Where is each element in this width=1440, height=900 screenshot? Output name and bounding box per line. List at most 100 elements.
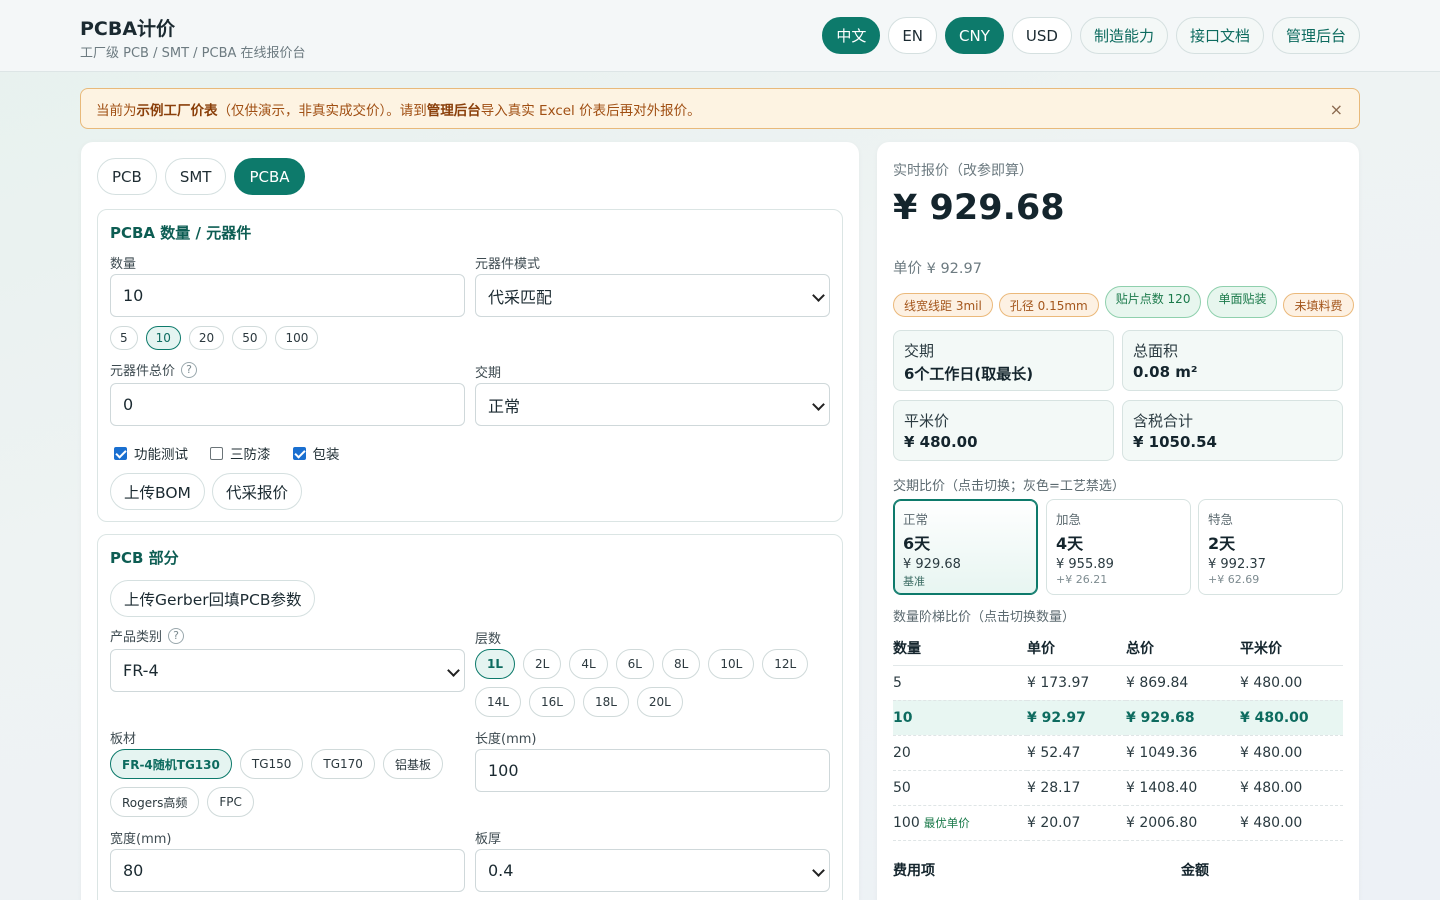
fee-amount-header: 金额 xyxy=(1181,863,1209,879)
tier-row[interactable]: 20 ¥ 52.47 ¥ 1049.36 ¥ 480.00 xyxy=(893,735,1343,771)
leadtime-option-name: 正常 xyxy=(903,512,929,527)
checkbox-icon[interactable] xyxy=(292,446,306,460)
checkbox-icon[interactable] xyxy=(210,446,223,460)
stat-key: 交期 xyxy=(904,342,935,360)
tier-row[interactable]: 10 ¥ 92.97 ¥ 929.68 ¥ 480.00 xyxy=(893,700,1343,736)
top-bar: PCBA计价 工厂级 PCB / SMT / PCBA 在线报价台 中文 EN CN… xyxy=(0,0,1440,72)
sourcing-quote-button[interactable]: 代采报价 xyxy=(212,473,303,510)
width-input[interactable]: 80 xyxy=(110,849,465,892)
qty-preset-chip[interactable]: 5 xyxy=(110,326,138,350)
layer-chip[interactable]: 1L xyxy=(475,649,515,679)
admin-link[interactable]: 管理后台 xyxy=(1271,17,1360,54)
option-checkboxes: 功能测试 三防漆 包装 xyxy=(114,443,340,463)
tier-sqm-cell: ¥ 480.00 xyxy=(1240,665,1343,701)
tier-unit-cell: ¥ 92.97 xyxy=(1027,700,1126,736)
tier-qty: 5 xyxy=(893,674,902,691)
tier-unit-cell: ¥ 28.17 xyxy=(1027,770,1126,806)
layer-chip[interactable]: 14L xyxy=(475,687,521,717)
help-icon[interactable]: ? xyxy=(181,361,198,378)
qty-preset-chip[interactable]: 20 xyxy=(188,326,225,350)
tier-row[interactable]: 50 ¥ 28.17 ¥ 1408.40 ¥ 480.00 xyxy=(893,770,1343,806)
tab-pcba[interactable]: PCBA xyxy=(234,158,305,195)
checkbox-label: 包装 xyxy=(312,447,340,463)
tier-qty: 10 xyxy=(893,709,913,726)
layer-chip[interactable]: 10L xyxy=(708,649,755,679)
notice-admin-link[interactable]: 管理后台 xyxy=(427,99,481,119)
close-icon[interactable]: × xyxy=(1330,100,1343,119)
tier-qty: 100 xyxy=(893,814,920,831)
quantity-tier-table: 数量 单价 总价 平米价 5 ¥ 173.97 ¥ 869.84 ¥ 480.00 10 ¥ 9… xyxy=(893,631,1343,841)
length-input[interactable]: 100 xyxy=(475,749,830,792)
material-chip[interactable]: 铝基板 xyxy=(382,749,443,779)
leadtime-option-price: ¥ 955.89 xyxy=(1056,557,1114,572)
fee-item-header: 费用项 xyxy=(893,863,935,879)
layer-chip[interactable]: 12L xyxy=(762,649,809,679)
capability-link[interactable]: 制造能力 xyxy=(1079,17,1168,54)
quantity-input[interactable]: 10 xyxy=(110,274,465,317)
option-checkbox[interactable]: 功能测试 xyxy=(114,443,188,463)
stat-total-with-tax: 含税合计 ¥ 1050.54 xyxy=(1122,400,1343,461)
leadtime-option-extra: +¥ 62.69 xyxy=(1208,573,1260,586)
tab-smt[interactable]: SMT xyxy=(164,158,227,195)
help-icon[interactable]: ? xyxy=(168,627,185,644)
material-chip[interactable]: Rogers高频 xyxy=(110,787,200,817)
category-label: 产品类别? xyxy=(110,626,185,645)
option-checkbox[interactable]: 包装 xyxy=(292,443,340,463)
tier-qty: 50 xyxy=(893,779,911,796)
quantity-label: 数量 xyxy=(110,257,137,272)
lang-zh-button[interactable]: 中文 xyxy=(822,17,881,54)
tier-header-cell: 数量 xyxy=(893,631,1027,666)
qty-preset-chip[interactable]: 50 xyxy=(232,326,268,350)
tier-header-row: 数量 单价 总价 平米价 xyxy=(893,631,1343,666)
best-price-badge: 最优单价 xyxy=(923,815,970,830)
material-label: 板材 xyxy=(110,732,137,747)
component-mode-select[interactable]: 代采匹配 xyxy=(475,274,830,317)
tab-pcb[interactable]: PCB xyxy=(97,158,157,195)
layer-chip[interactable]: 2L xyxy=(523,649,562,679)
tier-unit-cell: ¥ 20.07 xyxy=(1027,805,1126,841)
tier-qty-cell: 50 xyxy=(893,770,1027,806)
checkbox-icon[interactable] xyxy=(114,446,127,460)
component-total-input[interactable]: 0 xyxy=(110,383,465,426)
tier-row[interactable]: 100 最优单价 ¥ 20.07 ¥ 2006.80 ¥ 480.00 xyxy=(893,805,1343,841)
leadtime-option-card[interactable]: 正常 6天 ¥ 929.68 基准 xyxy=(893,499,1038,595)
leadtime-option-card[interactable]: 加急 4天 ¥ 955.89 +¥ 26.21 xyxy=(1046,499,1191,595)
layer-chip[interactable]: 8L xyxy=(661,649,701,679)
qty-preset-chip[interactable]: 10 xyxy=(145,326,181,350)
pcb-section: PCB 部分 上传Gerber回填PCB参数 产品类别? FR-4 层数 1L 2… xyxy=(97,534,843,900)
option-checkbox[interactable]: 三防漆 xyxy=(210,443,271,463)
layer-chip[interactable]: 16L xyxy=(528,687,575,717)
tier-total-cell: ¥ 1408.40 xyxy=(1126,770,1240,806)
thickness-select[interactable]: 0.4 xyxy=(475,849,830,892)
upload-bom-button[interactable]: 上传BOM xyxy=(110,473,205,510)
leadtime-option-name: 加急 xyxy=(1056,512,1082,527)
layer-chip[interactable]: 4L xyxy=(569,649,608,679)
currency-cny-button[interactable]: CNY xyxy=(945,17,1004,54)
material-chip[interactable]: FR-4随机TG130 xyxy=(110,749,232,779)
tier-row[interactable]: 5 ¥ 173.97 ¥ 869.84 ¥ 480.00 xyxy=(893,665,1343,701)
app-title: PCBA计价 xyxy=(80,18,176,40)
layer-chip[interactable]: 20L xyxy=(636,687,683,717)
notice-prefix: 当前为 xyxy=(96,102,137,119)
tier-qty-cell: 10 xyxy=(893,700,1027,736)
leadtime-option-extra: 基准 xyxy=(903,575,925,588)
material-chip[interactable]: TG170 xyxy=(311,749,375,779)
stat-value: 6个工作日(取最长) xyxy=(904,365,1034,383)
upload-gerber-button[interactable]: 上传Gerber回填PCB参数 xyxy=(110,580,316,617)
layer-chip[interactable]: 6L xyxy=(615,649,654,679)
thickness-label: 板厚 xyxy=(475,832,502,847)
currency-usd-button[interactable]: USD xyxy=(1011,17,1072,54)
material-chip[interactable]: TG150 xyxy=(239,749,304,779)
leadtime-option-card[interactable]: 特急 2天 ¥ 992.37 +¥ 62.69 xyxy=(1198,499,1343,595)
layer-chip[interactable]: 18L xyxy=(582,687,629,717)
category-select[interactable]: FR-4 xyxy=(110,649,465,692)
material-options: FR-4随机TG130 TG150 TG170 铝基板 Rogers高频 FPC xyxy=(110,749,465,817)
demo-price-notice: 当前为 示例工厂价表 （仅供演示，非真实成交价）。请到 管理后台 导入真实 Exc… xyxy=(80,88,1360,129)
lang-en-button[interactable]: EN xyxy=(888,17,938,54)
leadtime-select[interactable]: 正常 xyxy=(475,383,830,426)
api-docs-link[interactable]: 接口文档 xyxy=(1175,17,1264,54)
material-chip[interactable]: FPC xyxy=(207,787,254,817)
notice-sample-price: 示例工厂价表 xyxy=(136,102,218,119)
pcba-section-title: PCBA 数量 / 元器件 xyxy=(110,224,252,242)
qty-preset-chip[interactable]: 100 xyxy=(275,326,319,350)
